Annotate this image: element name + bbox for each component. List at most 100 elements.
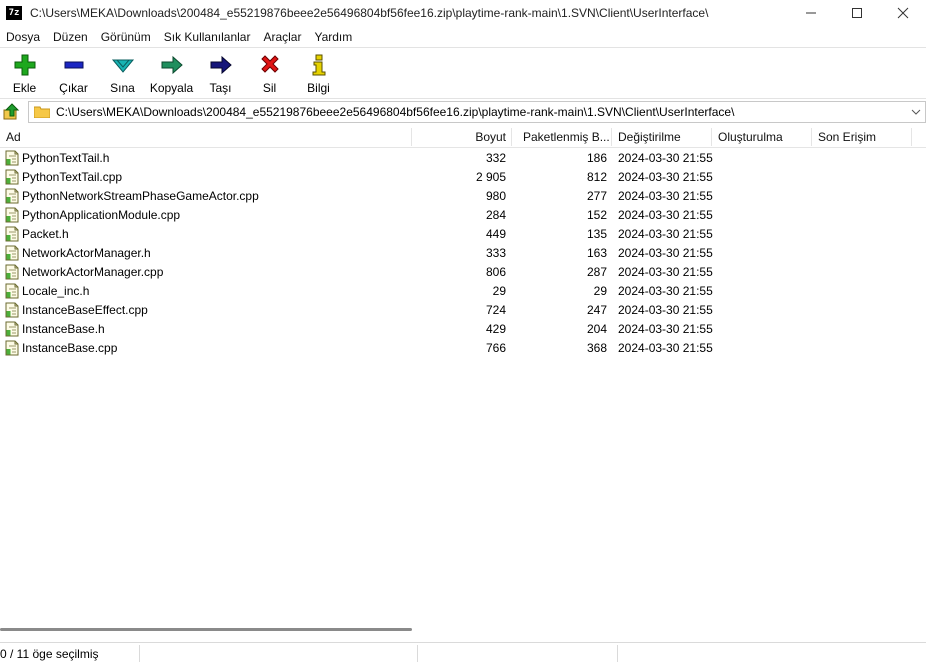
window-controls — [788, 0, 926, 26]
file-size: 284 — [485, 208, 506, 222]
copy-label: Kopyala — [149, 81, 194, 95]
column-divider[interactable] — [611, 128, 612, 146]
table-row[interactable]: PythonApplicationModule.cpp 284 152 2024… — [0, 206, 926, 225]
file-icon — [4, 264, 20, 280]
list-header: Ad Boyut Paketlenmiş B... Değiştirilme O… — [0, 126, 926, 148]
table-row[interactable]: InstanceBase.cpp 766 368 2024-03-30 21:5… — [0, 339, 926, 358]
file-packed-size: 287 — [586, 265, 607, 279]
move-icon — [209, 53, 233, 77]
column-divider[interactable] — [411, 128, 412, 146]
move-button[interactable]: Taşı — [196, 48, 245, 96]
file-modified: 2024-03-30 21:55 — [618, 170, 713, 184]
file-icon — [4, 283, 20, 299]
file-packed-size: 247 — [586, 303, 607, 317]
add-icon — [13, 53, 37, 77]
menu-dosya[interactable]: Dosya — [0, 30, 47, 44]
copy-button[interactable]: Kopyala — [147, 48, 196, 96]
file-packed-size: 163 — [586, 246, 607, 260]
file-packed-size: 152 — [586, 208, 607, 222]
column-header-name[interactable]: Ad — [6, 126, 21, 148]
address-bar[interactable]: C:\Users\MEKA\Downloads\200484_e55219876… — [28, 101, 926, 123]
menu-duzen[interactable]: Düzen — [47, 30, 95, 44]
table-row[interactable]: PythonNetworkStreamPhaseGameActor.cpp 98… — [0, 187, 926, 206]
file-icon — [4, 207, 20, 223]
menu-araclar[interactable]: Araçlar — [257, 30, 308, 44]
test-label: Sına — [110, 81, 135, 95]
file-name: PythonTextTail.cpp — [22, 170, 123, 184]
file-name: PythonApplicationModule.cpp — [22, 208, 181, 222]
table-row[interactable]: NetworkActorManager.cpp 806 287 2024-03-… — [0, 263, 926, 282]
file-name: InstanceBase.h — [22, 322, 105, 336]
file-size: 806 — [485, 265, 506, 279]
copy-icon — [160, 53, 184, 77]
column-header-created[interactable]: Oluşturulma — [718, 126, 783, 148]
table-row[interactable]: PythonTextTail.h 332 186 2024-03-30 21:5… — [0, 149, 926, 168]
close-button[interactable] — [880, 0, 926, 26]
extract-button[interactable]: Çıkar — [49, 48, 98, 96]
menu-bar: Dosya Düzen Görünüm Sık Kullanılanlar Ar… — [0, 27, 926, 47]
file-name: NetworkActorManager.h — [22, 246, 151, 260]
column-header-packed[interactable]: Paketlenmiş B... — [523, 126, 610, 148]
table-row[interactable]: PythonTextTail.cpp 2 905 812 2024-03-30 … — [0, 168, 926, 187]
column-divider[interactable] — [711, 128, 712, 146]
table-row[interactable]: InstanceBaseEffect.cpp 724 247 2024-03-3… — [0, 301, 926, 320]
file-packed-size: 204 — [586, 322, 607, 336]
minimize-button[interactable] — [788, 0, 834, 26]
table-row[interactable]: Locale_inc.h 29 29 2024-03-30 21:55 — [0, 282, 926, 301]
column-divider[interactable] — [911, 128, 912, 146]
file-name: PythonTextTail.h — [22, 151, 110, 165]
column-header-modified[interactable]: Değiştirilme — [618, 126, 681, 148]
file-icon — [4, 302, 20, 318]
file-size: 449 — [485, 227, 506, 241]
toolbar: Ekle Çıkar Sına Kopyala Taşı Sil Bilgi — [0, 48, 926, 98]
test-button[interactable]: Sına — [98, 48, 147, 96]
file-packed-size: 277 — [586, 189, 607, 203]
chevron-down-icon[interactable] — [909, 102, 923, 122]
table-row[interactable]: InstanceBase.h 429 204 2024-03-30 21:55 — [0, 320, 926, 339]
file-name: InstanceBaseEffect.cpp — [22, 303, 148, 317]
file-size: 429 — [485, 322, 506, 336]
selection-status: 0 / 11 öge seçilmiş — [0, 647, 99, 661]
info-button[interactable]: Bilgi — [294, 48, 343, 96]
status-divider — [139, 645, 140, 662]
file-icon — [4, 340, 20, 356]
table-row[interactable]: NetworkActorManager.h 333 163 2024-03-30… — [0, 244, 926, 263]
file-modified: 2024-03-30 21:55 — [618, 284, 713, 298]
status-bar: 0 / 11 öge seçilmiş — [0, 642, 926, 662]
file-icon — [4, 150, 20, 166]
close-icon — [897, 7, 909, 19]
address-path: C:\Users\MEKA\Downloads\200484_e55219876… — [56, 105, 735, 119]
up-folder-button[interactable] — [2, 102, 22, 122]
column-header-accessed[interactable]: Son Erişim — [818, 126, 876, 148]
menu-yardim[interactable]: Yardım — [308, 30, 359, 44]
column-divider[interactable] — [811, 128, 812, 146]
file-list: PythonTextTail.h 332 186 2024-03-30 21:5… — [0, 149, 926, 358]
minimize-icon — [806, 12, 816, 14]
delete-button[interactable]: Sil — [245, 48, 294, 96]
menu-gorunum[interactable]: Görünüm — [95, 30, 158, 44]
extract-label: Çıkar — [59, 81, 88, 95]
table-row[interactable]: Packet.h 449 135 2024-03-30 21:55 — [0, 225, 926, 244]
column-header-size[interactable]: Boyut — [430, 126, 506, 148]
file-name: Packet.h — [22, 227, 69, 241]
file-icon — [4, 321, 20, 337]
file-modified: 2024-03-30 21:55 — [618, 341, 713, 355]
maximize-button[interactable] — [834, 0, 880, 26]
add-button[interactable]: Ekle — [0, 48, 49, 96]
window-title: C:\Users\MEKA\Downloads\200484_e55219876… — [30, 6, 709, 20]
file-modified: 2024-03-30 21:55 — [618, 208, 713, 222]
address-row: C:\Users\MEKA\Downloads\200484_e55219876… — [0, 100, 926, 124]
app-icon: 7z — [6, 6, 22, 20]
test-icon — [111, 53, 135, 77]
file-size: 2 905 — [475, 170, 506, 184]
toolbar-divider — [0, 98, 926, 99]
file-packed-size: 29 — [593, 284, 607, 298]
column-divider[interactable] — [511, 128, 512, 146]
file-size: 980 — [485, 189, 506, 203]
title-bar: 7z C:\Users\MEKA\Downloads\200484_e55219… — [0, 0, 926, 26]
horizontal-scrollbar[interactable] — [0, 628, 412, 631]
menu-sik-kullanilanlar[interactable]: Sık Kullanılanlar — [158, 30, 258, 44]
delete-icon — [258, 53, 282, 77]
extract-icon — [62, 53, 86, 77]
file-modified: 2024-03-30 21:55 — [618, 322, 713, 336]
